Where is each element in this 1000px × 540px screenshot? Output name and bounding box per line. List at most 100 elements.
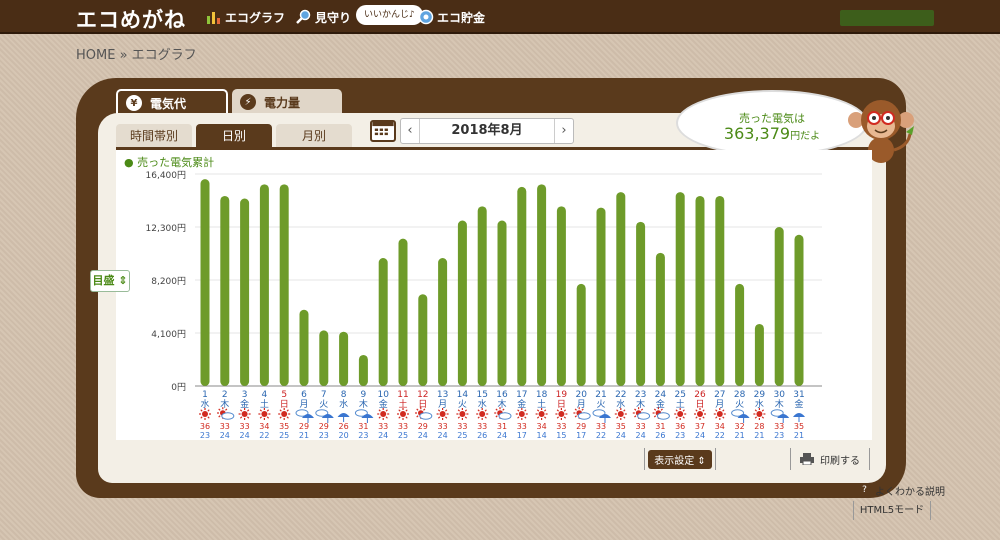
- sun-icon: [694, 408, 706, 420]
- x-tick-day: 1: [202, 390, 208, 400]
- temp-low: 26: [655, 431, 665, 440]
- display-settings-button[interactable]: 表示設定 ⇕: [648, 449, 712, 469]
- x-tick-weekday: 木: [220, 398, 229, 410]
- cloud-icon: [577, 412, 591, 420]
- sun-icon: [258, 408, 271, 420]
- temp-low: 24: [220, 431, 230, 440]
- temp-high: 33: [378, 422, 388, 431]
- sun-icon: [397, 408, 409, 420]
- question-icon: ?: [858, 484, 871, 497]
- sun-icon: [555, 408, 568, 420]
- print-label: 印刷する: [820, 455, 860, 467]
- x-tick-weekday: 火: [735, 399, 744, 410]
- bar: [636, 221, 646, 386]
- cloud-icon: [656, 412, 670, 420]
- bar: [715, 195, 725, 386]
- sun-icon: [713, 408, 726, 420]
- x-tick-day: 10: [377, 390, 389, 400]
- x-tick-day: 5: [281, 390, 287, 400]
- x-tick-day: 22: [615, 390, 626, 400]
- bar: [655, 252, 665, 386]
- bar: [418, 294, 428, 386]
- temp-low: 24: [695, 431, 705, 440]
- temp-high: 33: [398, 422, 408, 431]
- cloud-icon: [419, 412, 433, 420]
- x-tick-day: 15: [476, 390, 487, 400]
- x-tick-weekday: 木: [359, 398, 368, 410]
- bar: [438, 258, 448, 386]
- sun-icon: [476, 408, 489, 420]
- x-tick-day: 19: [556, 390, 568, 400]
- x-tick-weekday: 金: [656, 398, 665, 410]
- help-link[interactable]: ? よくわかる説明: [858, 483, 945, 498]
- temp-low: 15: [556, 431, 566, 440]
- cloud-icon: [498, 412, 512, 420]
- temp-low: 24: [438, 431, 448, 440]
- bar: [754, 323, 764, 386]
- bar: [200, 179, 210, 386]
- x-tick-day: 11: [397, 390, 408, 400]
- temp-high: 26: [339, 422, 349, 431]
- x-tick-day: 8: [341, 390, 347, 400]
- sun-icon: [753, 408, 766, 420]
- temp-low: 17: [576, 431, 586, 440]
- sun-icon: [674, 408, 687, 420]
- temp-low: 17: [517, 431, 527, 440]
- html5-mode-button[interactable]: HTML5モード: [853, 501, 931, 520]
- x-tick-weekday: 木: [497, 398, 506, 410]
- x-tick-day: 12: [417, 390, 428, 400]
- temp-low: 24: [418, 431, 428, 440]
- bar: [299, 309, 309, 386]
- x-tick-day: 16: [496, 390, 508, 400]
- temp-high: 29: [319, 422, 329, 431]
- temp-high: 29: [418, 422, 428, 431]
- x-tick-day: 7: [321, 390, 327, 400]
- temp-high: 32: [735, 422, 745, 431]
- x-tick-day: 18: [536, 390, 548, 400]
- bar: [616, 192, 626, 386]
- x-tick-day: 24: [655, 390, 667, 400]
- bar: [259, 184, 269, 386]
- temp-high: 33: [596, 422, 606, 431]
- sun-icon: [238, 408, 251, 420]
- bar: [220, 195, 230, 386]
- temp-low: 21: [794, 431, 804, 440]
- temp-high: 31: [358, 422, 368, 431]
- temp-high: 31: [497, 422, 507, 431]
- sun-icon: [278, 408, 291, 420]
- temp-low: 22: [596, 431, 606, 440]
- bar: [457, 220, 467, 386]
- temp-high: 36: [675, 422, 685, 431]
- x-tick-weekday: 木: [636, 398, 645, 410]
- display-settings-label: 表示設定: [654, 455, 695, 467]
- printer-icon: [800, 453, 814, 465]
- display-settings-area: 表示設定 ⇕: [644, 448, 716, 470]
- temp-high: 33: [240, 422, 250, 431]
- help-label: よくわかる説明: [875, 487, 945, 498]
- x-tick-day: 25: [674, 390, 685, 400]
- bar: [477, 206, 487, 386]
- bar: [774, 227, 784, 386]
- x-tick-day: 17: [516, 390, 527, 400]
- bar: [596, 207, 606, 386]
- bar: [339, 331, 349, 386]
- x-tick-weekday: 月: [299, 399, 308, 410]
- temp-low: 20: [339, 431, 349, 440]
- umbrella-icon: [793, 413, 805, 417]
- temp-low: 24: [240, 431, 250, 440]
- bar: [240, 198, 250, 386]
- temp-low: 25: [457, 431, 467, 440]
- sun-icon: [377, 408, 390, 420]
- cloud-icon: [221, 412, 235, 420]
- bar: [517, 186, 527, 386]
- cloud-icon: [637, 412, 651, 420]
- sun-icon: [436, 408, 449, 420]
- temp-high: 33: [220, 422, 230, 431]
- temp-high: 33: [477, 422, 487, 431]
- sun-icon: [535, 408, 548, 420]
- print-button[interactable]: 印刷する: [790, 448, 870, 470]
- temp-low: 26: [477, 431, 487, 440]
- temp-high: 33: [774, 422, 784, 431]
- x-tick-day: 31: [793, 390, 804, 400]
- x-tick-day: 14: [457, 390, 469, 400]
